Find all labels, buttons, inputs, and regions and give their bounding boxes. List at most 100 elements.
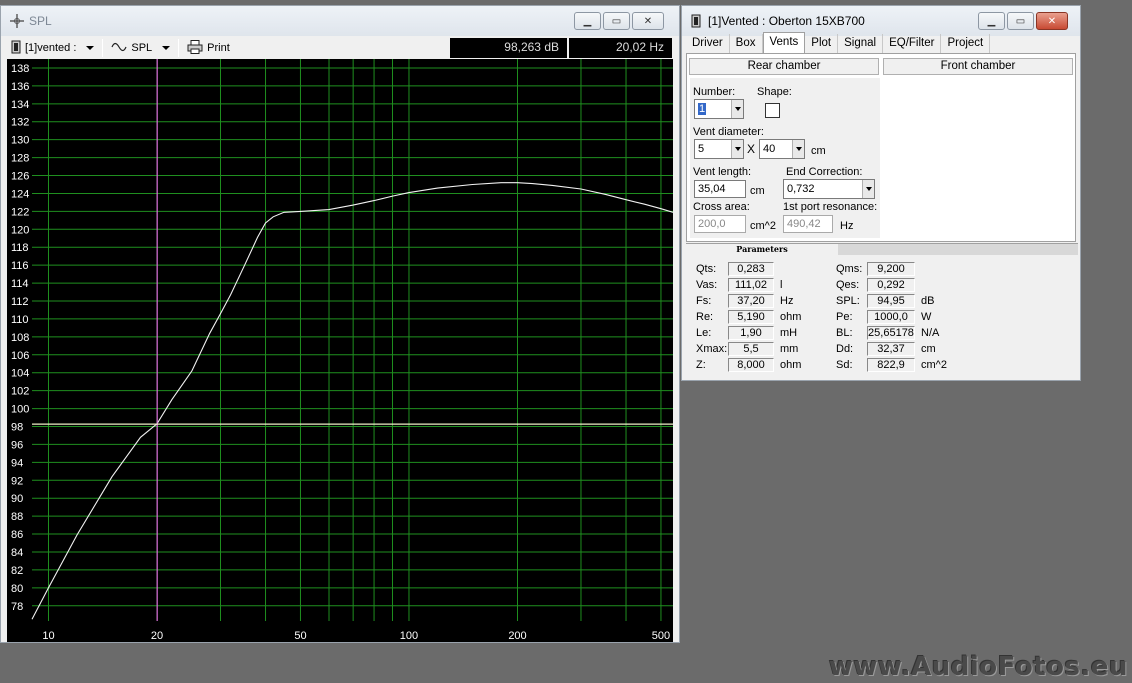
vented-window-controls: ▁ ▭ ✕ (978, 12, 1068, 30)
x-tick-label: 100 (400, 630, 418, 642)
param-value: 0,292 (867, 278, 915, 292)
param-name: Qts: (696, 263, 717, 275)
y-tick-label: 126 (11, 171, 29, 183)
vent-diameter-unit: cm (811, 145, 826, 157)
vent-length-label: Vent length: (693, 166, 752, 178)
param-name: Sd: (836, 359, 853, 371)
curve-dropdown[interactable]: SPL (107, 38, 174, 58)
param-name: Vas: (696, 279, 718, 291)
tab-eq-filter[interactable]: EQ/Filter (883, 34, 942, 53)
x-tick-label: 20 (151, 630, 163, 642)
param-value: 8,000 (728, 358, 774, 372)
param-name: Re: (696, 311, 714, 323)
spl-window-controls: ▁ ▭ ✕ (574, 12, 664, 30)
y-tick-label: 98 (11, 421, 23, 433)
y-tick-label: 116 (11, 260, 29, 272)
spl-curve (31, 182, 673, 620)
y-tick-label: 84 (11, 547, 23, 559)
param-unit: dB (921, 295, 935, 307)
speaker-icon (688, 13, 704, 29)
port-resonance-unit: Hz (840, 220, 854, 232)
tab-project[interactable]: Project (941, 34, 991, 53)
param-name: Xmax: (696, 343, 728, 355)
tab-plot[interactable]: Plot (805, 34, 839, 53)
y-tick-label: 134 (11, 99, 29, 111)
project-dropdown[interactable]: [1]vented : (7, 38, 98, 58)
vented-window-title: [1]Vented : Oberton 15XB700 (708, 14, 865, 28)
watermark: www.AudioFotos.eu (828, 652, 1128, 682)
param-value: 32,37 (867, 342, 915, 356)
minimize-button[interactable]: ▁ (574, 12, 601, 30)
y-tick-label: 90 (11, 493, 23, 505)
crosshair-icon (9, 13, 25, 29)
param-name: Fs: (696, 295, 712, 307)
minimize-icon: ▁ (583, 15, 592, 27)
end-correction-select[interactable]: 0,732 (783, 179, 875, 199)
tab-vents[interactable]: Vents (762, 32, 806, 53)
close-button[interactable]: ✕ (1036, 12, 1068, 30)
param-unit: ohm (780, 311, 802, 323)
y-tick-label: 94 (11, 457, 23, 469)
spl-window: SPL ▁ ▭ ✕ [1]vented : SPL Print 98,263 d… (0, 5, 680, 643)
param-name: Qes: (836, 279, 860, 291)
param-unit: cm^2 (921, 359, 947, 371)
front-chamber-button[interactable]: Front chamber (883, 58, 1073, 75)
db-readout: 98,263 dB (450, 38, 567, 58)
close-icon: ✕ (643, 15, 653, 27)
close-button[interactable]: ✕ (632, 12, 664, 30)
y-tick-label: 96 (11, 439, 23, 451)
param-value: 111,02 (728, 278, 774, 292)
maximize-icon: ▭ (1015, 15, 1026, 27)
number-label: Number: (693, 86, 736, 98)
vent-diameter-b-select[interactable]: 40 (759, 139, 805, 159)
spl-window-title: SPL (29, 14, 52, 28)
shape-checkbox[interactable] (765, 103, 780, 118)
param-name: Pe: (836, 311, 853, 323)
tab-box[interactable]: Box (730, 34, 763, 53)
param-name: Z: (696, 359, 706, 371)
y-tick-label: 82 (11, 565, 23, 577)
param-value: 1,90 (728, 326, 774, 340)
param-value: 0,283 (728, 262, 774, 276)
minimize-button[interactable]: ▁ (978, 12, 1005, 30)
param-name: SPL: (836, 295, 860, 307)
number-value: 1 (698, 103, 707, 115)
y-tick-label: 108 (11, 332, 29, 344)
project-label: [1]vented : (25, 42, 77, 54)
chevron-down-icon (731, 100, 743, 118)
hz-readout: 20,02 Hz (569, 38, 672, 58)
chevron-down-icon (792, 140, 804, 158)
print-button[interactable]: Print (183, 38, 234, 58)
speaker-icon (11, 40, 21, 57)
spl-plot[interactable]: 78 80 82 84 86 88 90 92 94 96 98 100 102 104 106 108 110… (7, 59, 673, 642)
y-tick-label: 86 (11, 529, 23, 541)
port-resonance-label: 1st port resonance: (783, 201, 878, 213)
x-tick-label: 10 (42, 630, 54, 642)
x-tick-label: 200 (508, 630, 526, 642)
curve-label: SPL (131, 42, 153, 54)
param-unit: cm (921, 343, 936, 355)
y-tick-label: 120 (11, 224, 29, 236)
param-name: BL: (836, 327, 853, 339)
number-select[interactable]: 1 (694, 99, 744, 119)
parameters-tab[interactable]: Parameters (686, 244, 838, 256)
driver-parameters: Qts: 0,283 Vas: 111,02 l Fs: 37,20 Hz Re: 5,190 oh… (686, 256, 1076, 378)
y-tick-label: 136 (11, 81, 29, 93)
maximize-button[interactable]: ▭ (1007, 12, 1034, 30)
maximize-button[interactable]: ▭ (603, 12, 630, 30)
vent-diameter-a-select[interactable]: 5 (694, 139, 744, 159)
param-unit: N/A (921, 327, 940, 339)
y-tick-label: 138 (11, 63, 29, 75)
rear-chamber-button[interactable]: Rear chamber (689, 58, 879, 75)
x-tick-label: 50 (294, 630, 306, 642)
x-tick-label: 500 (652, 630, 670, 642)
y-tick-label: 80 (11, 583, 23, 595)
end-correction-value: 0,732 (787, 183, 815, 195)
tab-signal[interactable]: Signal (838, 34, 884, 53)
vent-length-input[interactable]: 35,04 (694, 180, 746, 198)
chevron-down-icon (86, 46, 95, 50)
shape-label: Shape: (757, 86, 792, 98)
tab-driver[interactable]: Driver (686, 34, 730, 53)
y-tick-label: 112 (11, 296, 29, 308)
y-tick-label: 106 (11, 350, 29, 362)
